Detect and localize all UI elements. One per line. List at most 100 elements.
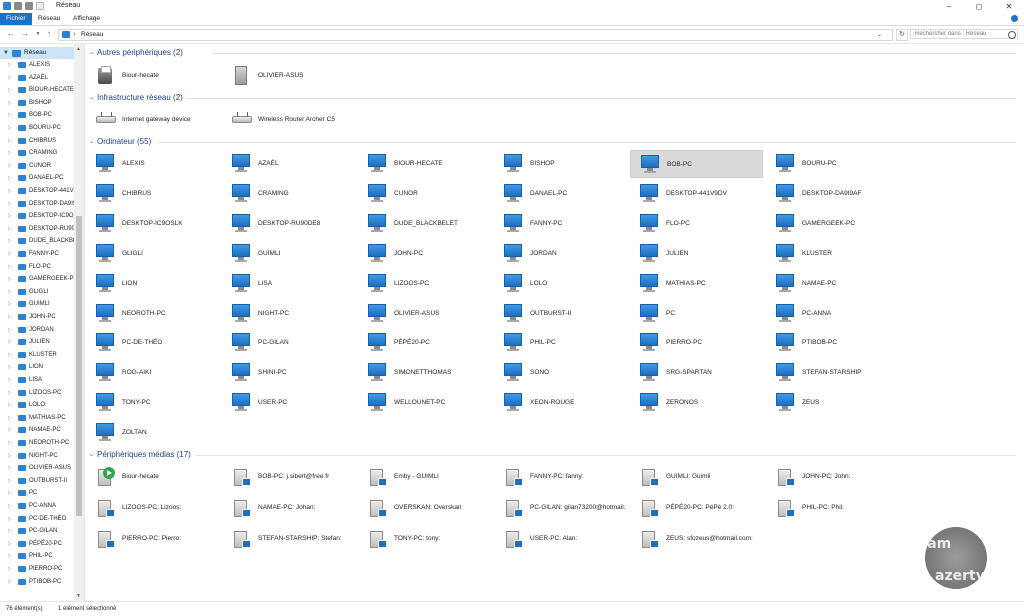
customize-toolbar-icon[interactable]: [36, 2, 44, 10]
computer-item-gamergeek-pc[interactable]: GAMERGEEK-PC: [766, 210, 899, 238]
sidebar-item-gligli[interactable]: ▷ GLIGLI: [0, 286, 74, 298]
sidebar-item-pc-gilan[interactable]: ▷ PC-GILAN: [0, 525, 74, 537]
chevron-right-icon[interactable]: ▷: [8, 311, 12, 323]
up-arrow-icon[interactable]: ↑: [44, 29, 54, 39]
chevron-right-icon[interactable]: ▷: [8, 387, 12, 399]
media-item-tony-pc-tony[interactable]: TONY-PC: tony:: [358, 525, 491, 553]
media-item-fanny-pc-fanny[interactable]: FANNY-PC: fanny:: [494, 463, 627, 491]
media-item-guimli-guimli[interactable]: GUIMLI: Guimli: [630, 463, 763, 491]
media-item-biour-hecate[interactable]: Biour-hecate: [86, 463, 219, 491]
computer-item-zoltan[interactable]: ZOLTAN: [86, 419, 219, 447]
media-item-john-pc-john[interactable]: JOHN-PC: John:: [766, 463, 899, 491]
sidebar-item-dude-blackbei[interactable]: ▷ DUDE_BLACKBEI: [0, 235, 74, 247]
chevron-right-icon[interactable]: ▷: [8, 412, 12, 424]
sidebar-item-guimli[interactable]: ▷ GUIMLI: [0, 298, 74, 310]
media-item-zeus-sfozeus-hotmail-com[interactable]: ZEUS: sfozeus@hotmail.com:: [630, 525, 763, 553]
computer-item-kluster[interactable]: KLUSTER: [766, 240, 899, 268]
new-folder-icon[interactable]: [25, 2, 33, 10]
sidebar-item-chibrus[interactable]: ▷ CHIBRUS: [0, 135, 74, 147]
chevron-right-icon[interactable]: ▷: [8, 336, 12, 348]
help-icon[interactable]: [1011, 15, 1018, 22]
computer-item-olivier-asus[interactable]: OLIVIER-ASUS: [358, 300, 491, 328]
breadcrumb[interactable]: Réseau: [81, 30, 103, 40]
computer-item-lizoos-pc[interactable]: LIZOOS-PC: [358, 270, 491, 298]
chevron-right-icon[interactable]: ▷: [8, 235, 12, 247]
sidebar-item-pierro-pc[interactable]: ▷ PIERRO-PC: [0, 563, 74, 575]
group-header-autres[interactable]: ⌄ Autres périphériques (2): [86, 47, 1016, 59]
sidebar-item-alexis[interactable]: ▷ ALEXIS: [0, 59, 74, 71]
sidebar-item-flo-pc[interactable]: ▷ FLO-PC: [0, 261, 74, 273]
chevron-right-icon[interactable]: ▷: [8, 298, 12, 310]
chevron-down-icon[interactable]: ⌄: [877, 30, 882, 40]
media-item-bob-pc-j-sibert-free-fr[interactable]: BOB-PC: j.sibert@free.fr: [222, 463, 355, 491]
sidebar-item-craming[interactable]: ▷ CRAMING: [0, 147, 74, 159]
media-item-stefan-starship-stefan[interactable]: STEFAN-STARSHIP: Stefan:: [222, 525, 355, 553]
close-icon[interactable]: ✕: [994, 0, 1024, 13]
sidebar-item-fanny-pc[interactable]: ▷ FANNY-PC: [0, 248, 74, 260]
sidebar-item-lisa[interactable]: ▷ LISA: [0, 374, 74, 386]
media-item-emby-guimli[interactable]: Emby - GUIMLI: [358, 463, 491, 491]
computer-item-srg-spartan[interactable]: SRG-SPARTAN: [630, 359, 763, 387]
tab-fichier[interactable]: Fichier: [0, 13, 32, 25]
sidebar-item-mathias-pc[interactable]: ▷ MATHIAS-PC: [0, 412, 74, 424]
sidebar-scrollbar[interactable]: ▲ ▼: [74, 44, 84, 601]
address-bar[interactable]: › Réseau ⌄: [58, 29, 893, 41]
chevron-right-icon[interactable]: ▷: [8, 147, 12, 159]
sidebar-item-cunor[interactable]: ▷ CUNOR: [0, 160, 74, 172]
chevron-right-icon[interactable]: ▷: [8, 525, 12, 537]
computer-item-julien[interactable]: JULIEN: [630, 240, 763, 268]
chevron-right-icon[interactable]: ▷: [8, 109, 12, 121]
sidebar-item-kluster[interactable]: ▷ KLUSTER: [0, 349, 74, 361]
refresh-icon[interactable]: ↻: [896, 29, 908, 41]
chevron-right-icon[interactable]: ▷: [8, 424, 12, 436]
computer-item-ptibob-pc[interactable]: PTIBOB-PC: [766, 329, 899, 357]
computer-item-shini-pc[interactable]: SHINI-PC: [222, 359, 355, 387]
computer-item-john-pc[interactable]: JOHN-PC: [358, 240, 491, 268]
sidebar-item-ptibob-pc[interactable]: ▷ PTIBOB-PC: [0, 576, 74, 588]
computer-item-lisa[interactable]: LISA: [222, 270, 355, 298]
chevron-right-icon[interactable]: ▷: [8, 210, 12, 222]
computer-item-stefan-starship[interactable]: STEFAN-STARSHIP: [766, 359, 899, 387]
chevron-right-icon[interactable]: ▷: [8, 500, 12, 512]
chevron-right-icon[interactable]: ▷: [8, 538, 12, 550]
chevron-right-icon[interactable]: ▷: [8, 160, 12, 172]
media-item-lizoos-pc-lizoos[interactable]: LIZOOS-PC: Lizoos:: [86, 494, 219, 522]
computer-item-neoroth-pc[interactable]: NEOROTH-PC: [86, 300, 219, 328]
media-item-phil-pc-phil[interactable]: PHIL-PC: Phil:: [766, 494, 899, 522]
computer-item-xeon-rouge[interactable]: XEON-ROUGE: [494, 389, 627, 417]
computer-item-bob-pc[interactable]: BOB-PC: [630, 150, 763, 178]
chevron-right-icon[interactable]: ▷: [8, 59, 12, 71]
sidebar-item-john-pc[interactable]: ▷ JOHN-PC: [0, 311, 74, 323]
computer-item-azael[interactable]: AZAËL: [222, 150, 355, 178]
media-item-pierro-pc-pierro[interactable]: PIERRO-PC: Pierro:: [86, 525, 219, 553]
chevron-right-icon[interactable]: ▷: [8, 286, 12, 298]
chevron-down-icon[interactable]: ▼: [3, 47, 9, 59]
sidebar-item-lolo[interactable]: ▷ LOLO: [0, 399, 74, 411]
group-header-ordinateur[interactable]: ⌄ Ordinateur (55): [86, 136, 1016, 148]
chevron-right-icon[interactable]: ▷: [8, 172, 12, 184]
scroll-up-icon[interactable]: ▲: [76, 46, 81, 52]
computer-item-pierro-pc[interactable]: PIERRO-PC: [630, 329, 763, 357]
computer-item-tony-pc[interactable]: TONY-PC: [86, 389, 219, 417]
computer-item-zeronos[interactable]: ZERONOS: [630, 389, 763, 417]
chevron-right-icon[interactable]: ▷: [8, 72, 12, 84]
computer-item-flo-pc[interactable]: FLO-PC: [630, 210, 763, 238]
device-item-internet-gateway-device[interactable]: Internet gateway device: [86, 106, 219, 134]
chevron-right-icon[interactable]: ▷: [8, 437, 12, 449]
computer-item-user-pc[interactable]: USER-PC: [222, 389, 355, 417]
sidebar-item-outburst-ii[interactable]: ▷ OUTBURST-II: [0, 475, 74, 487]
media-item-pc-gilan-gilan73200-hotmail-fr[interactable]: PC-GILAN: gilan73200@hotmail.fr:: [494, 494, 627, 522]
sidebar-item-night-pc[interactable]: ▷ NIGHT-PC: [0, 450, 74, 462]
chevron-right-icon[interactable]: ▷: [8, 563, 12, 575]
computer-item-danael-pc[interactable]: DANAEL-PC: [494, 180, 627, 208]
device-item-olivier-asus[interactable]: OLIVIER-ASUS: [222, 62, 355, 90]
chevron-right-icon[interactable]: ▷: [8, 361, 12, 373]
chevron-right-icon[interactable]: ▷: [8, 97, 12, 109]
chevron-right-icon[interactable]: ▷: [8, 399, 12, 411]
sidebar-item-pc[interactable]: ▷ PC: [0, 487, 74, 499]
computer-item-pc-de-theo[interactable]: PC-DE-THÉO: [86, 329, 219, 357]
minimize-icon[interactable]: –: [934, 0, 964, 13]
computer-item-biour-hecate[interactable]: BIOUR-HECATE: [358, 150, 491, 178]
chevron-right-icon[interactable]: ▷: [8, 324, 12, 336]
computer-item-chibrus[interactable]: CHIBRUS: [86, 180, 219, 208]
